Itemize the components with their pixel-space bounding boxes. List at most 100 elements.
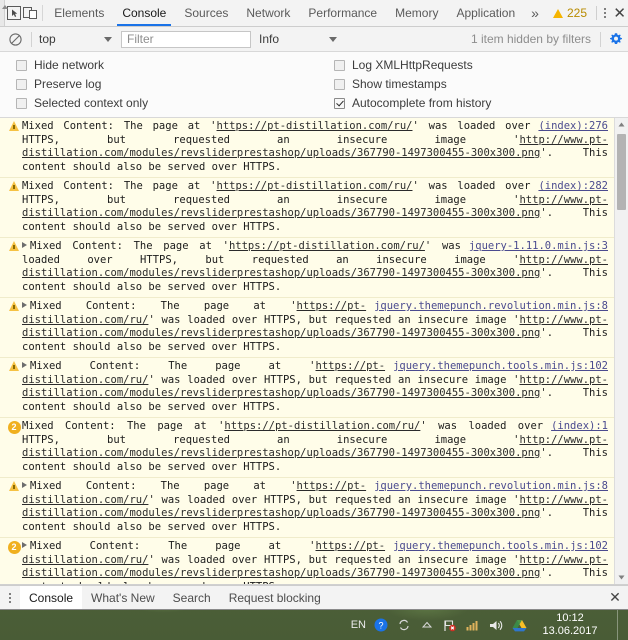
gear-icon[interactable]	[604, 32, 628, 46]
console-message-text-part-1: Mixed Content: The page at '	[22, 120, 217, 132]
scrollbar-thumb[interactable]	[617, 134, 626, 210]
setting-hide-network[interactable]: Hide network	[0, 58, 318, 72]
tab-console[interactable]: Console	[113, 0, 175, 26]
toolbar-divider-2	[596, 6, 597, 20]
devtools-drawer-tabstrip: Console What's New Search Request blocki…	[0, 585, 628, 609]
help-icon[interactable]: ?	[373, 617, 389, 633]
console-message-row[interactable]: (index):276 Mixed Content: The page at 'h…	[0, 118, 614, 178]
console-message-body: jquery-1.11.0.min.js:3 Mixed Content: The…	[22, 240, 608, 294]
clock-time: 10:12	[556, 612, 584, 624]
more-tabs-icon[interactable]: »	[524, 0, 546, 26]
drawer-menu-icon[interactable]	[0, 586, 20, 609]
close-devtools-icon[interactable]: ✕	[611, 0, 628, 26]
setting-selected-context-only[interactable]: Selected context only	[0, 96, 318, 110]
console-message-page-url[interactable]: https://pt-distillation.com/ru/	[217, 180, 413, 192]
sync-icon[interactable]	[396, 617, 412, 633]
expand-triangle-icon[interactable]	[22, 542, 27, 548]
warning-triangle-icon	[552, 8, 563, 18]
log-level-select[interactable]: Info	[255, 32, 347, 46]
taskbar-clock[interactable]: 10:12 13.06.2017	[534, 612, 606, 638]
console-message-row[interactable]: jquery.themepunch.tools.min.js:102 Mixed …	[0, 358, 614, 418]
console-message-gutter	[6, 180, 22, 234]
checkbox-preserve-log[interactable]	[16, 78, 27, 90]
expand-triangle-icon[interactable]	[22, 362, 27, 368]
console-message-source-link[interactable]: jquery.themepunch.revolution.min.js:8	[374, 300, 608, 314]
warning-icon	[9, 181, 19, 191]
setting-show-timestamps-label: Show timestamps	[352, 77, 447, 91]
console-message-row[interactable]: jquery.themepunch.revolution.min.js:8 Mix…	[0, 478, 614, 538]
tab-application-label: Application	[456, 6, 516, 20]
console-message-text-part-1: Mixed Content: The page at '	[30, 480, 297, 492]
setting-autocomplete-from-history[interactable]: Autocomplete from history	[318, 96, 628, 110]
console-message-list: (index):276 Mixed Content: The page at 'h…	[0, 118, 628, 585]
setting-show-timestamps[interactable]: Show timestamps	[318, 77, 628, 91]
drawer-tab-console[interactable]: Console	[20, 586, 83, 609]
google-drive-icon[interactable]	[511, 617, 527, 633]
toggle-device-toolbar-icon[interactable]	[22, 0, 39, 26]
console-message-source-link[interactable]: jquery.themepunch.tools.min.js:102	[393, 540, 608, 554]
scroll-down-arrow-icon[interactable]	[615, 571, 628, 584]
console-message-page-url[interactable]: https://pt-distillation.com/ru/	[229, 240, 425, 252]
console-filter-input[interactable]: Filter	[121, 30, 251, 48]
console-scrollbar[interactable]	[614, 118, 628, 584]
language-indicator[interactable]: EN	[351, 619, 366, 631]
console-filter-placeholder: Filter	[127, 32, 154, 46]
warning-icon	[9, 301, 19, 311]
checkbox-hide-network[interactable]	[16, 59, 27, 71]
checkbox-log-xhr[interactable]	[334, 59, 345, 71]
clear-console-icon[interactable]	[2, 32, 28, 46]
devtools-menu-icon[interactable]	[599, 0, 612, 26]
checkbox-selected-context-only[interactable]	[16, 97, 27, 109]
console-message-page-url[interactable]: https://pt-distillation.com/ru/	[224, 420, 420, 432]
drawer-tab-search[interactable]: Search	[164, 586, 220, 609]
setting-preserve-log[interactable]: Preserve log	[0, 77, 318, 91]
drawer-tab-whats-new[interactable]: What's New	[82, 586, 164, 609]
console-message-text-part-2: ' was loaded over HTTPS, but requested a…	[148, 553, 520, 566]
console-message-source-link[interactable]: jquery.themepunch.tools.min.js:102	[393, 360, 608, 374]
scroll-up-arrow-icon[interactable]	[615, 118, 628, 131]
volume-icon[interactable]	[488, 617, 504, 633]
console-message-source-link[interactable]: (index):1	[551, 420, 608, 434]
dock-side-handle[interactable]	[0, 0, 9, 26]
execution-context-select[interactable]: top	[35, 32, 119, 46]
tab-sources[interactable]: Sources	[175, 0, 237, 26]
console-message-text-part-2: ' was loaded over HTTPS, but requested a…	[148, 373, 520, 386]
signal-icon[interactable]	[465, 617, 481, 633]
tab-performance[interactable]: Performance	[299, 0, 386, 26]
windows-taskbar: EN ? 10:12 13.06.2017	[0, 610, 628, 640]
tab-application[interactable]: Application	[447, 0, 524, 26]
chevron-down-icon	[104, 36, 112, 42]
warning-count-indicator[interactable]: 225	[546, 0, 594, 26]
expand-triangle-icon[interactable]	[22, 482, 27, 488]
console-message-text-part-2: ' was loaded over HTTPS, but requested a…	[148, 313, 520, 326]
execution-context-value: top	[39, 32, 56, 46]
close-drawer-icon[interactable]: ✕	[602, 586, 628, 609]
tab-elements[interactable]: Elements	[45, 0, 113, 26]
show-hidden-icons-icon[interactable]	[419, 617, 435, 633]
setting-hide-network-label: Hide network	[34, 58, 105, 72]
console-message-row[interactable]: (index):282 Mixed Content: The page at 'h…	[0, 178, 614, 238]
expand-triangle-icon[interactable]	[22, 302, 27, 308]
tab-network[interactable]: Network	[237, 0, 299, 26]
console-message-source-link[interactable]: jquery-1.11.0.min.js:3	[469, 240, 608, 254]
checkbox-show-timestamps[interactable]	[334, 78, 345, 90]
checkbox-autocomplete-from-history[interactable]	[334, 97, 345, 109]
console-message-source-link[interactable]: (index):276	[538, 120, 608, 134]
inspect-element-icon[interactable]	[5, 0, 22, 26]
console-message-source-link[interactable]: jquery.themepunch.revolution.min.js:8	[374, 480, 608, 494]
console-message-scroll-area[interactable]: (index):276 Mixed Content: The page at 'h…	[0, 118, 614, 584]
console-message-row[interactable]: 2 jquery.themepunch.tools.min.js:102 Mixed…	[0, 538, 614, 584]
setting-log-xhr[interactable]: Log XMLHttpRequests	[318, 58, 628, 72]
console-message-row[interactable]: jquery.themepunch.revolution.min.js:8 Mix…	[0, 298, 614, 358]
network-icon[interactable]	[442, 617, 458, 633]
show-desktop-button[interactable]	[617, 610, 624, 640]
repeat-count-badge: 2	[7, 421, 21, 434]
expand-triangle-icon[interactable]	[22, 242, 27, 248]
console-message-page-url[interactable]: https://pt-distillation.com/ru/	[217, 120, 413, 132]
tab-memory[interactable]: Memory	[386, 0, 447, 26]
console-message-body: (index):276 Mixed Content: The page at 'h…	[22, 120, 608, 174]
console-message-row[interactable]: jquery-1.11.0.min.js:3 Mixed Content: The…	[0, 238, 614, 298]
console-message-row[interactable]: 2 (index):1 Mixed Content: The page at 'ht…	[0, 418, 614, 478]
console-message-source-link[interactable]: (index):282	[538, 180, 608, 194]
drawer-tab-request-blocking[interactable]: Request blocking	[220, 586, 330, 609]
